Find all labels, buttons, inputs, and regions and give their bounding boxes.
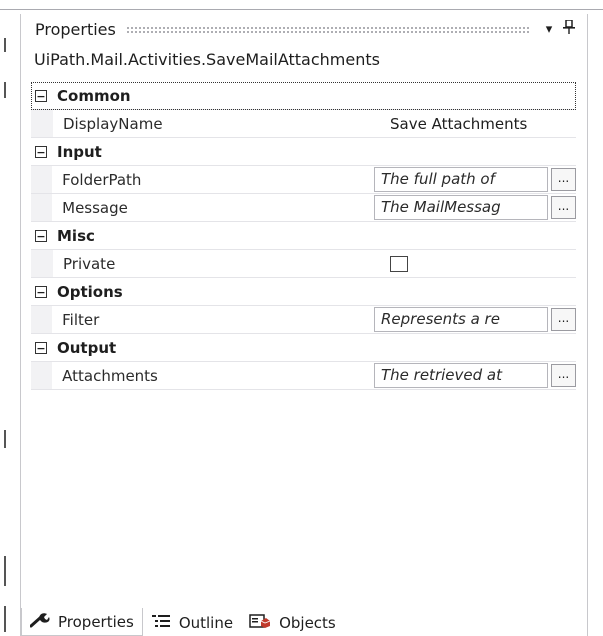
edge-tick (4, 556, 6, 586)
row-gutter (31, 306, 53, 333)
panel-tabs: Properties Outline Objects (21, 608, 587, 636)
tab-label: Objects (279, 614, 336, 632)
edge-tick (4, 606, 6, 632)
ellipsis-button[interactable]: ... (551, 364, 576, 387)
tab-outline[interactable]: Outline (143, 610, 241, 636)
property-row-folderpath[interactable]: FolderPath The full path of... (31, 166, 576, 194)
activity-type-name: UiPath.Mail.Activities.SaveMailAttachmen… (34, 50, 380, 69)
collapse-toggle-icon[interactable]: − (35, 341, 47, 354)
edge-tick (4, 82, 6, 98)
row-gutter (31, 110, 53, 137)
category-options[interactable]: − Options (31, 278, 576, 306)
panel-title-bar[interactable]: Properties ▾ (21, 14, 587, 44)
private-checkbox[interactable] (390, 255, 408, 272)
property-value-input[interactable]: The full path of (374, 167, 548, 192)
category-label: Output (57, 338, 117, 357)
panel-title: Properties (35, 19, 116, 39)
objects-icon (249, 613, 271, 633)
row-gutter (31, 166, 53, 193)
left-edge-strip (0, 10, 20, 636)
category-misc[interactable]: − Misc (31, 222, 576, 250)
category-common[interactable]: − Common (31, 82, 576, 110)
outline-icon (151, 613, 171, 633)
property-value-input[interactable]: Represents a re (374, 307, 548, 332)
ellipsis-button[interactable]: ... (551, 196, 576, 219)
ellipsis-button[interactable]: ... (551, 168, 576, 191)
title-grip[interactable] (125, 25, 529, 33)
property-name: DisplayName (63, 114, 163, 133)
property-row-message[interactable]: Message The MailMessag... (31, 194, 576, 222)
tab-objects[interactable]: Objects (241, 610, 344, 636)
category-input[interactable]: − Input (31, 138, 576, 166)
property-name: Message (62, 198, 128, 217)
category-output[interactable]: − Output (31, 334, 576, 362)
row-gutter (31, 362, 53, 389)
collapse-toggle-icon[interactable]: − (35, 145, 47, 158)
property-value-input[interactable]: The MailMessag (374, 195, 548, 220)
property-row-attachments[interactable]: Attachments The retrieved at... (31, 362, 576, 390)
property-value-cell: The MailMessag... (374, 194, 576, 221)
property-row-displayname[interactable]: DisplayName Save Attachments (31, 110, 576, 138)
property-value-text[interactable]: Save Attachments (390, 115, 527, 133)
property-value-input[interactable]: The retrieved at (374, 363, 548, 388)
collapse-toggle-icon[interactable]: − (35, 229, 47, 242)
tab-properties[interactable]: Properties (21, 608, 143, 636)
property-row-private[interactable]: Private (31, 250, 576, 278)
collapse-toggle-icon[interactable]: − (35, 285, 47, 298)
category-label: Misc (57, 226, 95, 245)
property-name: Filter (62, 310, 100, 329)
collapse-toggle-icon[interactable]: − (35, 89, 47, 102)
property-row-filter[interactable]: Filter Represents a re... (31, 306, 576, 334)
property-value-cell: The retrieved at... (374, 362, 576, 389)
tab-label: Properties (58, 612, 134, 631)
pin-icon[interactable] (559, 19, 579, 38)
category-label: Options (57, 282, 123, 301)
ellipsis-button[interactable]: ... (551, 308, 576, 331)
property-value-cell: The full path of... (374, 166, 576, 193)
tab-label: Outline (178, 614, 234, 632)
category-label: Common (57, 86, 131, 105)
edge-tick (4, 38, 6, 52)
property-value-cell: Represents a re... (374, 306, 576, 333)
dropdown-arrow-icon[interactable]: ▾ (539, 22, 559, 37)
wrench-icon (29, 612, 50, 632)
category-label: Input (57, 142, 102, 161)
row-gutter (31, 250, 53, 277)
row-gutter (31, 194, 53, 221)
property-value-cell: Save Attachments (390, 110, 576, 137)
property-name: FolderPath (62, 170, 142, 189)
property-grid: − Common DisplayName Save Attachments − Input… (31, 82, 576, 390)
property-value-cell (390, 250, 576, 277)
properties-panel: Properties ▾ UiPath.Mail.Activities.Save… (20, 14, 588, 636)
edge-tick (4, 430, 6, 448)
property-name: Attachments (62, 366, 158, 385)
outer-frame-line (0, 9, 603, 10)
property-name: Private (63, 254, 116, 273)
